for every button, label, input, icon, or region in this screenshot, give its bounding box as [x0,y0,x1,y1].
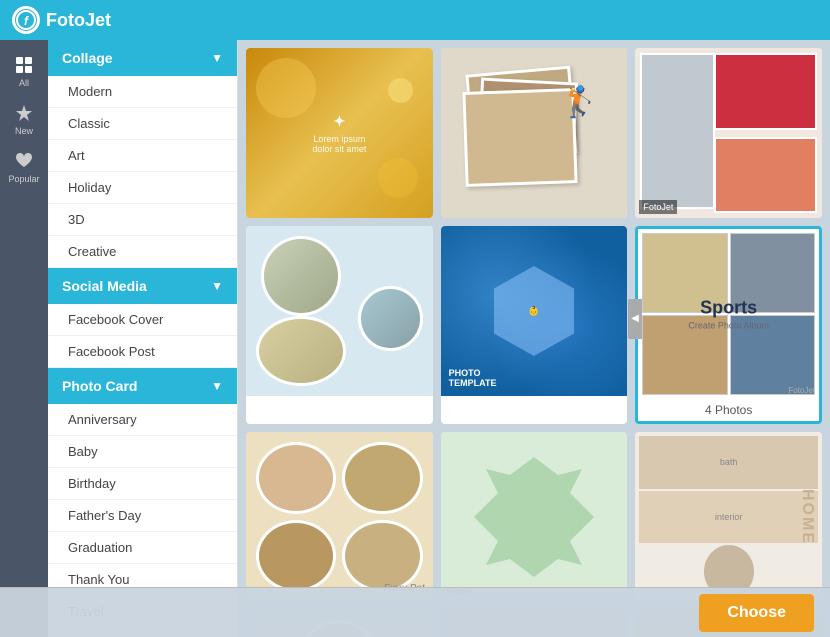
template-card-2[interactable]: 🏌️ [441,48,628,218]
app-header: f FotoJet [0,0,830,40]
sidebar-item-anniversary[interactable]: Anniversary [48,404,237,436]
main-layout: All New Popular Collage ▼ Modern [0,40,830,637]
svg-text:f: f [24,14,29,28]
sidebar-item-facebook-post[interactable]: Facebook Post [48,336,237,368]
heart-icon [13,150,35,172]
icon-popular-label: Popular [8,174,39,184]
photo-card-chevron: ▼ [211,379,223,393]
sidebar-section-photo-card[interactable]: Photo Card ▼ [48,368,237,404]
sidebar-item-art[interactable]: Art [48,140,237,172]
choose-button[interactable]: Choose [699,594,814,632]
grid-icon [13,54,35,76]
sidebar-item-holiday[interactable]: Holiday [48,172,237,204]
sidebar-scroll-arrow[interactable]: ◀ [628,299,642,339]
template-card-4[interactable] [246,226,433,424]
template-grid: ✦ Lorem ipsumdolor sit amet [246,48,822,637]
bottom-bar: Choose [0,587,830,637]
template-grid-area: ✦ Lorem ipsumdolor sit amet [238,40,830,637]
icon-all[interactable]: All [0,48,48,94]
app-name: FotoJet [46,10,111,31]
template-card-6[interactable]: Sports Create Photo Album FotoJet 4 Phot… [635,226,822,424]
social-media-chevron: ▼ [211,279,223,293]
template-card-7[interactable]: Furry Pet [246,432,433,602]
sidebar-item-creative[interactable]: Creative [48,236,237,268]
logo-icon: f [12,6,40,34]
sidebar-item-baby[interactable]: Baby [48,436,237,468]
sidebar-item-classic[interactable]: Classic [48,108,237,140]
photo-card-section-label: Photo Card [62,378,137,394]
sidebar: Collage ▼ Modern Classic Art Holiday 3D … [48,40,238,637]
sidebar-item-3d[interactable]: 3D [48,204,237,236]
collage-section-label: Collage [62,50,113,66]
sidebar-item-birthday[interactable]: Birthday [48,468,237,500]
sidebar-item-graduation[interactable]: Graduation [48,532,237,564]
sidebar-item-facebook-cover[interactable]: Facebook Cover [48,304,237,336]
app-logo: f FotoJet [12,6,111,34]
social-media-section-label: Social Media [62,278,147,294]
template-card-5[interactable]: 👶 PHOTOTEMPLATE [441,226,628,424]
sidebar-item-fathers-day[interactable]: Father's Day [48,500,237,532]
icon-new[interactable]: New [0,96,48,142]
collage-chevron: ▼ [211,51,223,65]
template-card-3[interactable]: FotoJet [635,48,822,218]
icon-new-label: New [15,126,33,136]
new-icon [13,102,35,124]
icon-all-label: All [19,78,29,88]
icon-panel: All New Popular [0,40,48,637]
sidebar-section-collage[interactable]: Collage ▼ [48,40,237,76]
template-4photos-label: 4 Photos [638,399,819,421]
sidebar-item-modern[interactable]: Modern [48,76,237,108]
sidebar-section-social-media[interactable]: Social Media ▼ [48,268,237,304]
template-card-8[interactable]: FotoJet [441,432,628,602]
icon-popular[interactable]: Popular [0,144,48,190]
template-card-9[interactable]: bath interior HOME [635,432,822,602]
template-card-1[interactable]: ✦ Lorem ipsumdolor sit amet [246,48,433,218]
